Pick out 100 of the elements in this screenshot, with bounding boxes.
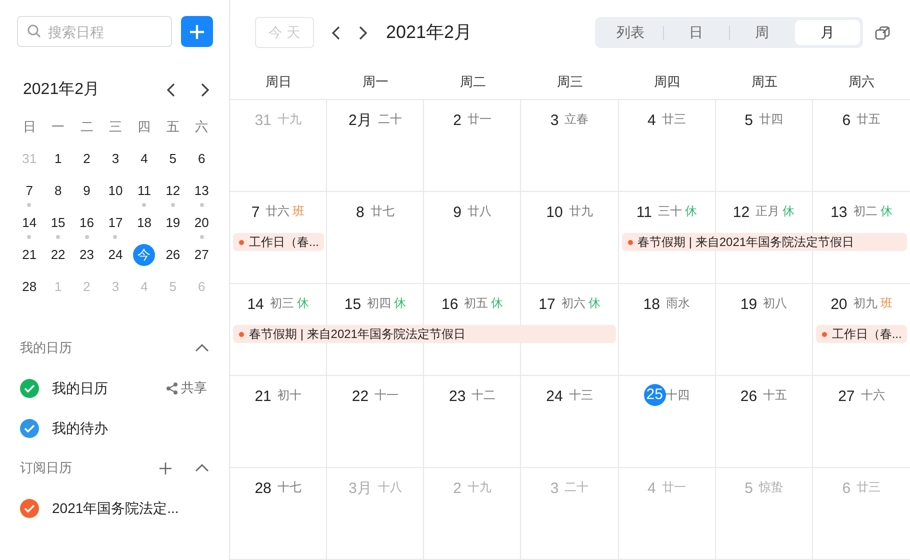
day-number[interactable]: 21 (18, 244, 40, 266)
day-number[interactable]: 9 (76, 180, 98, 202)
day-number[interactable]: 17 (104, 212, 126, 234)
day-number: 22 (352, 387, 369, 407)
day-number[interactable]: 11 (133, 180, 156, 202)
day-number: 23 (449, 387, 466, 407)
day-number[interactable]: 18 (133, 212, 156, 234)
day-number[interactable]: 14 (18, 212, 40, 234)
calendar-name[interactable]: 2021年国务院法定... (52, 498, 207, 518)
day-number: 2 (453, 479, 462, 499)
day-number[interactable]: 16 (76, 212, 98, 234)
day-number[interactable]: 13 (190, 180, 213, 202)
weekday-header: 周一 (362, 73, 389, 92)
day-number: 8 (356, 203, 364, 223)
share-icon (166, 382, 178, 394)
lunar-date: 廿三 (662, 111, 686, 128)
lunar-date: 廿一 (468, 111, 492, 128)
lunar-date: 初十 (277, 387, 302, 404)
search-field[interactable]: 搜索日程 (17, 16, 172, 47)
day-number[interactable]: 10 (104, 180, 126, 202)
lunar-date: 惊蛰 (758, 479, 783, 496)
day-number: 2 (453, 111, 462, 131)
day-number[interactable]: 26 (162, 244, 184, 266)
day-number[interactable]: 4 (133, 148, 156, 170)
holiday-label: 休 (491, 295, 504, 312)
previous-month-icon[interactable] (165, 82, 177, 98)
day-number[interactable]: 22 (47, 244, 70, 266)
day-number[interactable]: 20 (190, 212, 213, 234)
lunar-date: 廿五 (856, 111, 881, 128)
day-number: 26 (740, 387, 758, 407)
day-number: 20 (830, 295, 848, 315)
lunar-date: 初六 (561, 295, 586, 312)
lunar-date: 二十 (564, 479, 589, 496)
day-number: 19 (740, 295, 758, 315)
day-number[interactable]: 7 (18, 180, 40, 202)
view-tab[interactable]: 日 (664, 20, 728, 45)
weekday-header: 周六 (848, 73, 874, 92)
calendar-name[interactable]: 我的待办 (52, 418, 207, 438)
day-number[interactable]: 19 (162, 212, 184, 234)
collapse-icon[interactable] (195, 464, 209, 472)
calendar-name[interactable]: 我的日历 (52, 378, 166, 398)
holiday-label: 休 (394, 295, 406, 312)
weekday-header: 周二 (460, 73, 486, 92)
lunar-date: 十六 (860, 387, 885, 404)
day-number: 3 (550, 479, 559, 499)
day-number[interactable]: 2 (76, 148, 98, 170)
weekday-label: 六 (195, 118, 208, 136)
weekday-label: 三 (108, 118, 122, 136)
collapse-icon[interactable] (195, 344, 209, 352)
day-number: 3月 (348, 479, 372, 499)
add-icon[interactable] (159, 462, 172, 474)
day-number[interactable]: 23 (76, 244, 98, 266)
day-number[interactable]: 8 (47, 180, 70, 202)
lunar-date: 十五 (763, 387, 788, 404)
day-number[interactable]: 5 (162, 148, 184, 170)
lunar-date: 廿八 (468, 203, 492, 220)
calendar-checkbox[interactable] (20, 498, 39, 518)
event-chip[interactable]: 工作日（春... (816, 325, 907, 343)
day-number[interactable]: 3 (104, 148, 126, 170)
calendar-checkbox[interactable] (20, 378, 39, 398)
day-number[interactable]: 24 (104, 244, 126, 266)
day-number: 24 (546, 387, 563, 407)
search-icon (27, 24, 41, 38)
lunar-date: 十二 (472, 387, 496, 404)
section-title: 我的日历 (20, 339, 73, 358)
event-chip[interactable]: 春节假期 | 来自2021年国务院法定节假日 (622, 233, 907, 251)
event-chip[interactable]: 工作日（春... (233, 233, 324, 251)
share-button[interactable]: 共享 (166, 378, 207, 398)
day-number[interactable]: 6 (190, 148, 213, 170)
day-number: 7 (251, 203, 260, 223)
add-button[interactable] (181, 16, 213, 47)
lunar-date: 初三 (270, 295, 294, 312)
external-window-icon[interactable] (875, 26, 890, 40)
view-tab[interactable]: 列表 (598, 20, 663, 45)
lunar-date: 廿七 (370, 203, 394, 220)
calendar-checkbox[interactable] (20, 418, 39, 438)
day-number[interactable]: 12 (162, 180, 184, 202)
previous-month-icon[interactable] (330, 24, 342, 40)
day-number: 13 (830, 203, 848, 223)
holiday-label: 休 (684, 203, 697, 220)
next-month-icon[interactable] (199, 82, 211, 98)
lunar-date: 初九 (853, 295, 878, 312)
view-tab[interactable]: 月 (795, 20, 860, 45)
day-number: 18 (643, 295, 660, 315)
view-tab[interactable]: 周 (730, 20, 794, 45)
day-number[interactable]: 27 (190, 244, 213, 266)
day-number[interactable]: 28 (18, 276, 40, 298)
event-chip[interactable]: 春节假期 | 来自2021年国务院法定节假日 (233, 325, 616, 343)
today-marker[interactable]: 今 (133, 244, 156, 266)
day-number: 15 (344, 295, 362, 315)
lunar-date: 立春 (564, 111, 589, 128)
day-number[interactable]: 15 (47, 212, 70, 234)
day-number[interactable]: 1 (47, 148, 70, 170)
lunar-date: 十七 (277, 479, 302, 496)
day-number: 11 (636, 203, 652, 223)
day-number: 17 (538, 295, 556, 315)
weekday-label: 五 (166, 118, 180, 136)
holiday-label: 休 (588, 295, 600, 312)
day-number: 31 (254, 111, 272, 131)
next-month-icon[interactable] (357, 24, 369, 40)
